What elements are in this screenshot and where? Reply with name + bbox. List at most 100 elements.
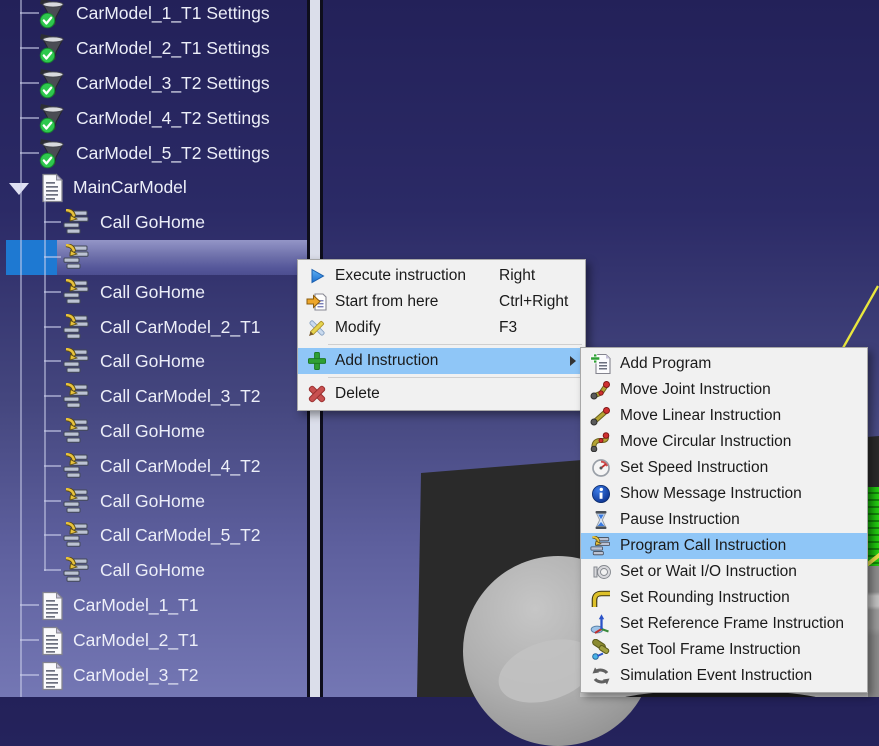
tree-item-program[interactable]: CarModel_2_T1 [0,623,307,658]
tree-item-call[interactable]: Call GoHome [0,275,307,310]
tree-item-call[interactable]: Call GoHome [0,553,307,588]
submenu-item-set-speed[interactable]: Set Speed Instruction [581,455,867,481]
yellow-path-line [843,286,878,348]
tree-item-call[interactable]: Call CarModel_2_T1 [0,310,307,345]
program-call-icon [62,488,92,515]
submenu-item-label: Simulation Event Instruction [620,667,812,685]
move-linear-icon [588,405,613,427]
submenu-item-pause[interactable]: Pause Instruction [581,507,867,533]
tree-item-call-selected[interactable]: Call CarModel_1_T1 [0,240,307,275]
tree-item-main-program[interactable]: MainCarModel [0,170,307,205]
submenu-item-move-linear[interactable]: Move Linear Instruction [581,403,867,429]
menu-item-modify[interactable]: Modify F3 [298,315,585,341]
submenu-item-set-rounding[interactable]: Set Rounding Instruction [581,585,867,611]
tree-connector [44,500,61,502]
add-program-icon [588,353,613,375]
tree-item-label: CarModel_1_T1 [73,595,198,616]
tree-item-label: CarModel_3_T2 [73,665,198,686]
program-call-icon [62,453,92,480]
tree-connector [20,674,39,676]
submenu-item-label: Program Call Instruction [620,537,786,555]
tree-connector [44,256,61,258]
tree-item-call[interactable]: Call GoHome [0,344,307,379]
submenu-item-move-circular[interactable]: Move Circular Instruction [581,429,867,455]
move-joint-icon [588,379,613,401]
menu-item-start-from-here[interactable]: Start from here Ctrl+Right [298,289,585,315]
submenu-item-simulation-event[interactable]: Simulation Event Instruction [581,663,867,689]
menu-item-label: Start from here [335,293,438,311]
submenu-item-show-message[interactable]: Show Message Instruction [581,481,867,507]
tree-connector [20,604,39,606]
submenu-item-set-tool-frame[interactable]: Set Tool Frame Instruction [581,637,867,663]
tree-item-settings[interactable]: CarModel_5_T2 Settings [0,136,307,171]
machining-tool-check-icon [38,0,68,29]
tree-item-settings[interactable]: CarModel_2_T1 Settings [0,31,307,66]
program-document-icon [39,173,65,203]
robot-simulation-window: { "tree": { "items": [ {"label": "CarMod… [0,0,879,697]
tree-connector [20,12,39,14]
tree-item-call[interactable]: Call GoHome [0,484,307,519]
menu-separator [328,377,582,378]
program-call-icon [62,418,92,445]
tree-item-label: Call CarModel_2_T1 [100,317,261,338]
submenu-item-set-or-wait-io[interactable]: Set or Wait I/O Instruction [581,559,867,585]
tree-item-settings[interactable]: CarModel_3_T2 Settings [0,66,307,101]
tree-item-label: CarModel_3_T2 Settings [76,73,270,94]
tree-item-call[interactable]: Call GoHome [0,414,307,449]
hourglass-pause-icon [588,509,613,531]
tree-item-label: Call GoHome [100,560,205,581]
tree-item-call[interactable]: Call GoHome [0,205,307,240]
program-call-icon [62,348,92,375]
expand-collapse-triangle-icon[interactable] [9,183,29,195]
tree-item-label: CarModel_4_T2 Settings [76,108,270,129]
menu-item-shortcut: F3 [499,319,517,337]
menu-item-label: Add Instruction [335,352,438,370]
tree-item-label: MainCarModel [73,177,187,198]
tree-connector [44,465,61,467]
tree-item-program[interactable]: CarModel_1_T1 [0,588,307,623]
tree-connector [20,82,39,84]
tree-item-program[interactable]: CarModel_3_T2 [0,658,307,693]
gray-floor-object [868,566,879,697]
tree-connector [20,47,39,49]
add-plus-icon [306,350,328,372]
tree-connector [44,569,61,571]
submenu-item-label: Set Reference Frame Instruction [620,615,844,633]
reference-frame-icon [588,613,613,635]
tree-item-label: Call CarModel_3_T2 [100,386,261,407]
tree-connector [44,534,61,536]
tree-item-call[interactable]: Call CarModel_4_T2 [0,449,307,484]
submenu-item-set-reference-frame[interactable]: Set Reference Frame Instruction [581,611,867,637]
tree-connector [20,117,39,119]
tree-item-label: Call CarModel_4_T2 [100,456,261,477]
menu-item-add-instruction[interactable]: Add Instruction [298,348,585,374]
submenu-item-move-joint[interactable]: Move Joint Instruction [581,377,867,403]
tree-item-call[interactable]: Call CarModel_3_T2 [0,379,307,414]
machining-tool-check-icon [38,33,68,64]
program-call-icon [62,557,92,584]
program-document-icon [39,591,65,621]
submenu-item-label: Set Speed Instruction [620,459,768,477]
add-instruction-submenu: Add Program Move Joint Instruction Move … [580,347,868,693]
tree-item-settings[interactable]: CarModel_1_T1 Settings [0,0,307,31]
station-tree: CarModel_1_T1 Settings CarModel_2_T1 Set… [0,0,307,697]
tree-item-label: Call GoHome [100,282,205,303]
program-document-icon [39,661,65,691]
submenu-item-program-call[interactable]: Program Call Instruction [581,533,867,559]
menu-item-execute-instruction[interactable]: Execute instruction Right [298,263,585,289]
submenu-item-label: Add Program [620,355,711,373]
tree-item-label: Call GoHome [100,421,205,442]
tree-connector [44,360,61,362]
menu-item-delete[interactable]: Delete [298,381,585,407]
rounding-arc-icon [588,587,613,609]
submenu-item-add-program[interactable]: Add Program [581,351,867,377]
menu-item-shortcut: Right [499,267,535,285]
machining-tool-check-icon [38,103,68,134]
program-call-icon [62,244,92,271]
submenu-item-label: Move Joint Instruction [620,381,771,399]
tree-item-settings[interactable]: CarModel_4_T2 Settings [0,101,307,136]
machining-tool-check-icon [38,68,68,99]
tree-item-call[interactable]: Call CarModel_5_T2 [0,518,307,553]
tree-item-label: CarModel_2_T1 Settings [76,38,270,59]
modify-pencil-icon [306,317,328,339]
